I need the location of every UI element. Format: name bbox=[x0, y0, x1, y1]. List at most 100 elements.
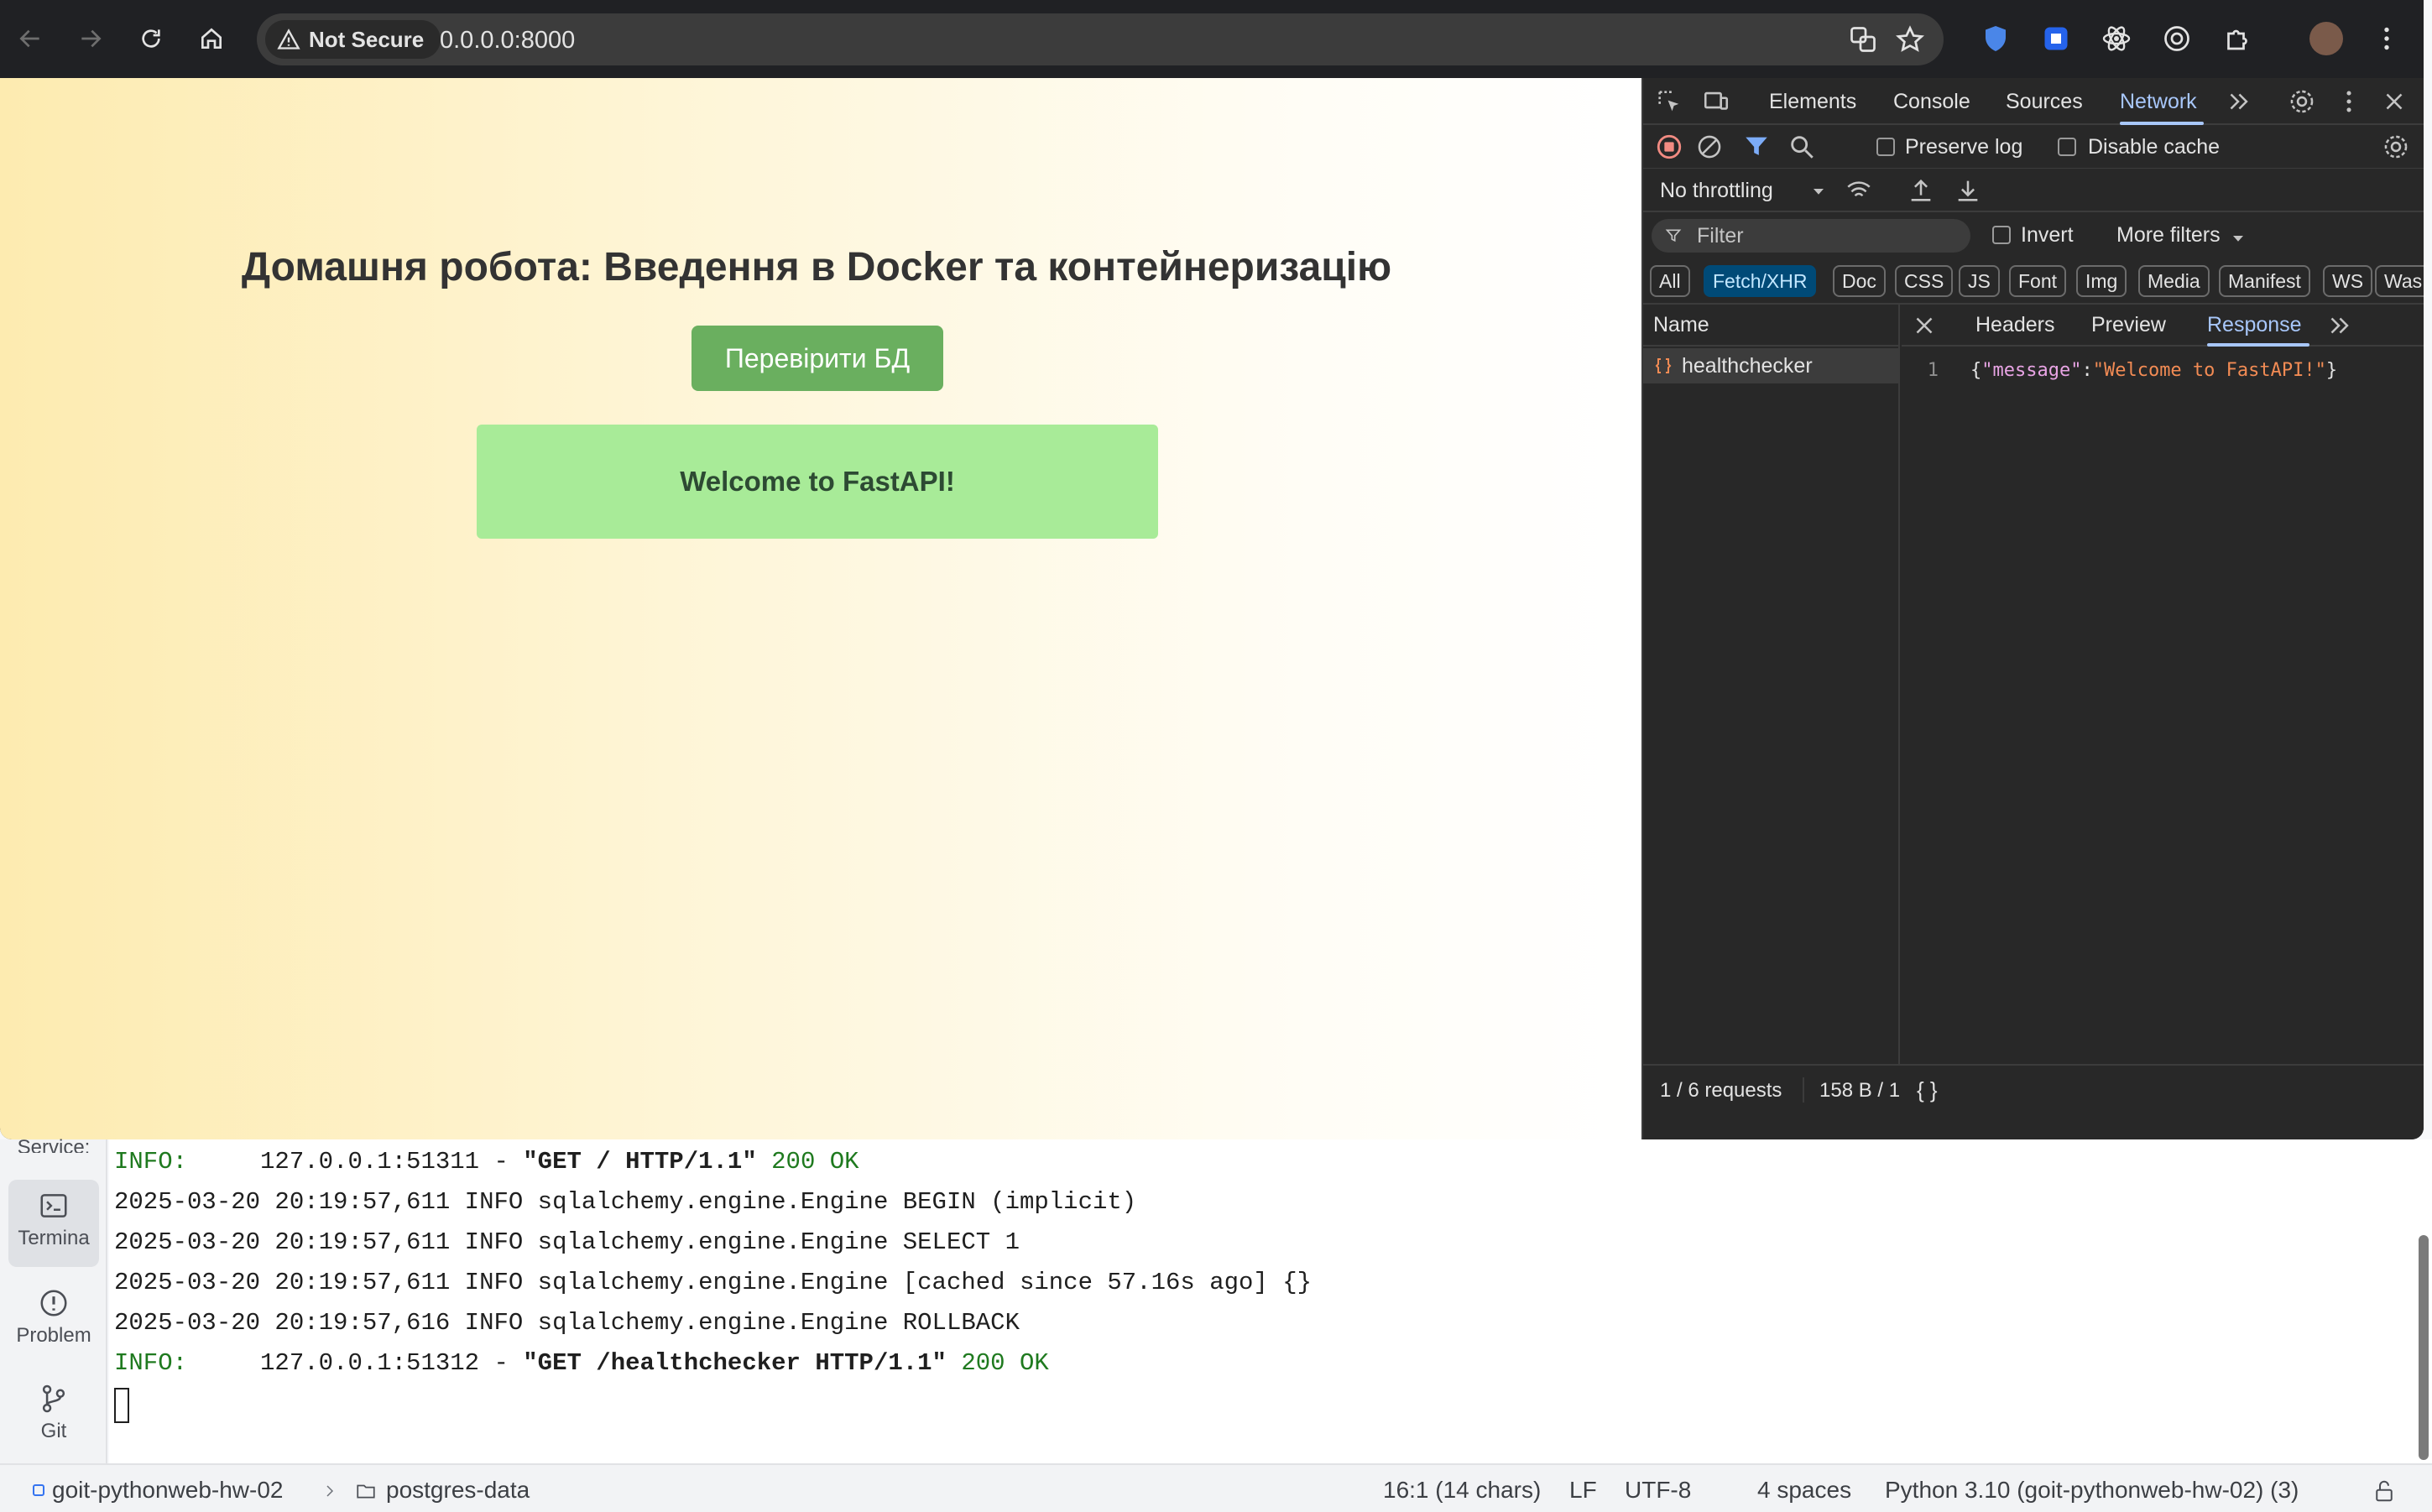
security-label: Not Secure bbox=[309, 26, 425, 52]
tab-console[interactable]: Console bbox=[1893, 90, 1970, 114]
unlock-icon[interactable] bbox=[2372, 1478, 2397, 1504]
file-encoding[interactable]: UTF-8 bbox=[1625, 1477, 1691, 1504]
preserve-log-checkbox[interactable] bbox=[1876, 138, 1895, 156]
filter-input[interactable]: Filter bbox=[1652, 219, 1970, 253]
result-message: Welcome to FastAPI! bbox=[477, 425, 1158, 539]
clear-log-icon[interactable] bbox=[1695, 133, 1724, 161]
type-filter-doc[interactable]: Doc bbox=[1833, 265, 1886, 297]
address-bar[interactable]: Not Secure 0.0.0.0:8000 bbox=[257, 13, 1944, 65]
network-conditions-icon[interactable] bbox=[1845, 176, 1873, 205]
disable-cache-label: Disable cache bbox=[2088, 135, 2221, 159]
type-filter-fetch-xhr[interactable]: Fetch/XHR bbox=[1704, 265, 1817, 297]
browser-menu-icon[interactable] bbox=[2372, 23, 2402, 54]
type-filter-manifest[interactable]: Manifest bbox=[2219, 265, 2310, 297]
record-stop-icon[interactable] bbox=[1655, 133, 1683, 161]
export-har-icon[interactable] bbox=[1954, 176, 1982, 205]
inspect-element-icon[interactable] bbox=[1655, 87, 1683, 116]
terminal-line: INFO: 127.0.0.1:51311 - "GET / HTTP/1.1"… bbox=[114, 1148, 859, 1176]
terminal-output[interactable]: INFO: 127.0.0.1:51311 - "GET / HTTP/1.1"… bbox=[109, 1139, 2432, 1463]
response-body-line: 1 {"message":"Welcome to FastAPI!"} bbox=[1902, 355, 2424, 388]
home-icon bbox=[201, 28, 222, 49]
react-devtools-icon[interactable] bbox=[2101, 23, 2132, 54]
network-settings-icon[interactable] bbox=[2382, 133, 2410, 161]
resource-type-filters: All Fetch/XHR Doc CSS JS Font Img Media … bbox=[1643, 258, 2424, 305]
devtools-tab-bar: Elements Console Sources Network bbox=[1643, 78, 2424, 125]
python-interpreter[interactable]: Python 3.10 (goit-pythonweb-hw-02) (3) bbox=[1885, 1477, 2299, 1504]
invert-checkbox[interactable] bbox=[1992, 226, 2011, 244]
request-row[interactable]: healthchecker bbox=[1643, 348, 1898, 383]
terminal-label: Termina bbox=[18, 1227, 90, 1249]
tab-elements[interactable]: Elements bbox=[1769, 90, 1856, 114]
reload-button[interactable] bbox=[133, 20, 170, 57]
terminal-icon bbox=[40, 1194, 67, 1217]
devtools-settings-icon[interactable] bbox=[2288, 87, 2316, 116]
extensions-puzzle-icon[interactable] bbox=[2222, 23, 2252, 54]
tab-headers[interactable]: Headers bbox=[1975, 313, 2055, 337]
sidebar-item-problems[interactable]: Problem bbox=[8, 1287, 99, 1348]
security-chip[interactable]: Not Secure bbox=[265, 20, 441, 59]
project-breadcrumb[interactable]: goit-pythonweb-hw-02 bbox=[52, 1477, 284, 1504]
tab-sources[interactable]: Sources bbox=[2006, 90, 2083, 114]
request-detail-pane: Headers Preview Response 1 {"message":"W… bbox=[1902, 305, 2424, 1064]
tab-response[interactable]: Response bbox=[2207, 313, 2302, 337]
tool-window-sidebar: Service: Termina Problem Git bbox=[0, 1136, 107, 1463]
request-list: Name healthchecker bbox=[1643, 305, 1900, 1064]
sidebar-item-services[interactable]: Service: bbox=[8, 1136, 99, 1153]
more-tabs-icon[interactable] bbox=[2224, 87, 2252, 116]
problems-icon bbox=[40, 1290, 67, 1316]
devtools-menu-icon[interactable] bbox=[2335, 87, 2363, 116]
cursor-position[interactable]: 16:1 (14 chars) bbox=[1383, 1477, 1541, 1504]
indent-setting[interactable]: 4 spaces bbox=[1757, 1477, 1851, 1504]
profile-avatar[interactable] bbox=[2309, 22, 2343, 55]
search-icon[interactable] bbox=[1787, 133, 1816, 161]
more-detail-tabs-icon[interactable] bbox=[2325, 311, 2353, 340]
throttling-select[interactable]: No throttling bbox=[1660, 179, 1773, 203]
more-filters-chevron-icon bbox=[2233, 236, 2243, 242]
folder-breadcrumb[interactable]: postgres-data bbox=[386, 1477, 530, 1504]
name-column-header[interactable]: Name bbox=[1643, 305, 1900, 347]
check-db-button[interactable]: Перевірити БД bbox=[692, 326, 943, 391]
type-filter-js[interactable]: JS bbox=[1959, 265, 2000, 297]
device-toolbar-icon[interactable] bbox=[1702, 87, 1730, 116]
close-devtools-icon[interactable] bbox=[2380, 87, 2409, 116]
network-status-bar: 1 / 6 requests 158 B / 1 { } bbox=[1643, 1064, 2424, 1114]
more-filters-dropdown[interactable]: More filters bbox=[2116, 223, 2221, 248]
back-button[interactable] bbox=[12, 20, 49, 57]
sidebar-item-git[interactable]: Git bbox=[8, 1383, 99, 1443]
type-filter-wasm[interactable]: Was bbox=[2375, 265, 2424, 297]
forward-button[interactable] bbox=[72, 20, 109, 57]
import-har-icon[interactable] bbox=[1907, 176, 1935, 205]
preserve-log-label: Preserve log bbox=[1905, 135, 2023, 159]
type-filter-font[interactable]: Font bbox=[2009, 265, 2067, 297]
terminal-line: 2025-03-20 20:19:57,616 INFO sqlalchemy.… bbox=[114, 1309, 1020, 1337]
terminal-scrollbar[interactable] bbox=[2419, 1235, 2429, 1460]
terminal-line: 2025-03-20 20:19:57,611 INFO sqlalchemy.… bbox=[114, 1269, 1313, 1296]
type-filter-ws[interactable]: WS bbox=[2323, 265, 2373, 297]
type-filter-all[interactable]: All bbox=[1650, 265, 1690, 297]
filter-row: Filter Invert More filters bbox=[1643, 212, 2424, 258]
home-button[interactable] bbox=[193, 20, 230, 57]
bookmark-star-icon[interactable] bbox=[1895, 24, 1925, 55]
close-detail-icon[interactable] bbox=[1910, 311, 1939, 340]
filter-funnel-icon[interactable] bbox=[1742, 133, 1771, 161]
type-filter-css[interactable]: CSS bbox=[1895, 265, 1954, 297]
response-json[interactable]: {"message":"Welcome to FastAPI!"} bbox=[1970, 360, 2337, 381]
pretty-print-icon[interactable]: { } bbox=[1917, 1077, 1938, 1103]
tab-network[interactable]: Network bbox=[2120, 90, 2197, 114]
password-manager-icon[interactable] bbox=[2041, 23, 2071, 54]
url-text[interactable]: 0.0.0.0:8000 bbox=[440, 27, 575, 55]
sidebar-item-terminal[interactable]: Termina bbox=[8, 1180, 99, 1267]
line-ending[interactable]: LF bbox=[1569, 1477, 1597, 1504]
warning-icon bbox=[277, 29, 300, 50]
translate-icon[interactable] bbox=[1848, 24, 1878, 55]
type-filter-img[interactable]: Img bbox=[2076, 265, 2127, 297]
type-filter-media[interactable]: Media bbox=[2138, 265, 2210, 297]
throttling-row: No throttling bbox=[1643, 169, 2424, 212]
json-value: "Welcome to FastAPI!" bbox=[2092, 360, 2326, 381]
filter-placeholder: Filter bbox=[1697, 224, 1744, 248]
reload-icon bbox=[142, 29, 160, 48]
shield-extension-icon[interactable] bbox=[1981, 23, 2011, 54]
disable-cache-checkbox[interactable] bbox=[2058, 138, 2076, 156]
target-extension-icon[interactable] bbox=[2162, 23, 2192, 54]
tab-preview[interactable]: Preview bbox=[2091, 313, 2166, 337]
